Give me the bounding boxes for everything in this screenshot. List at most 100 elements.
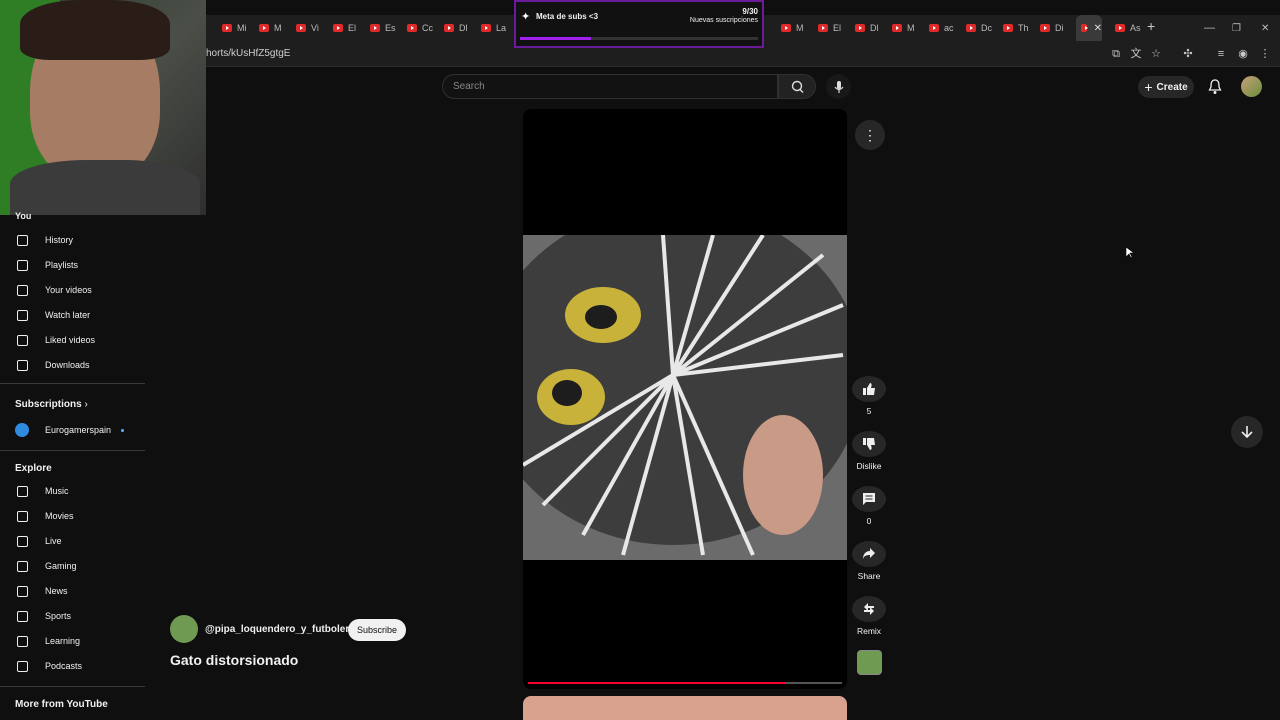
sidebar-item-your-videos[interactable]: Your videos (0, 280, 145, 300)
tab-favicon (781, 24, 791, 32)
browser-tab[interactable]: M (892, 20, 915, 36)
sidebar-item-downloads[interactable]: Downloads (0, 355, 145, 375)
tab-favicon (1040, 24, 1050, 32)
close-tab-icon[interactable]: ✕ (1094, 23, 1102, 34)
subscriptions-heading[interactable]: Subscriptions › (15, 399, 88, 410)
browser-tab[interactable]: El (818, 20, 841, 36)
browser-tab[interactable]: Vi (296, 20, 319, 36)
channel-avatar[interactable] (170, 615, 198, 643)
search-button[interactable] (778, 74, 816, 99)
sidebar-item-sports[interactable]: Sports (0, 606, 145, 626)
next-short-preview[interactable] (523, 696, 847, 720)
sidebar-item-learning[interactable]: Learning (0, 631, 145, 651)
browser-tab[interactable]: Dc (966, 20, 992, 36)
maximize-icon[interactable]: ❐ (1232, 20, 1241, 36)
video-progress-track[interactable] (528, 682, 842, 684)
browser-tab[interactable]: La (481, 20, 506, 36)
install-app-icon[interactable]: ⧉ (1109, 47, 1123, 61)
subscriber-goal-widget: ✦ Meta de subs <3 9/30 Nuevas suscripcio… (514, 0, 764, 48)
more-options-button[interactable]: ⋮ (855, 120, 885, 150)
account-avatar[interactable] (1241, 76, 1262, 97)
sidebar-item-watch-later[interactable]: Watch later (0, 305, 145, 325)
search-input[interactable]: Search (442, 74, 778, 99)
tab-label: M (274, 23, 282, 33)
comments-action[interactable]: 0 (852, 486, 886, 526)
translate-icon[interactable]: 文 (1129, 47, 1143, 61)
sidebar-item-history[interactable]: History (0, 230, 145, 250)
browser-tab[interactable]: Mi (222, 20, 247, 36)
voice-search-button[interactable] (826, 74, 851, 99)
browser-tab[interactable]: As (1115, 20, 1141, 36)
search-icon (791, 80, 804, 93)
dislike-label: Dislike (856, 461, 882, 471)
sidebar-item-label: Podcasts (45, 661, 83, 671)
media-controls-icon[interactable]: ≡ (1214, 47, 1228, 61)
share-button[interactable] (852, 541, 886, 567)
close-window-icon[interactable]: ✕ (1261, 20, 1269, 36)
bookmark-star-icon[interactable]: ☆ (1149, 47, 1163, 61)
share-action[interactable]: Share (852, 541, 886, 581)
live-icon (15, 534, 29, 548)
sound-thumbnail[interactable] (857, 650, 882, 675)
goal-progress-track (520, 37, 758, 40)
tab-favicon (1115, 24, 1125, 32)
dislike-action[interactable]: Dislike (852, 431, 886, 471)
explore-heading: Explore (15, 463, 52, 474)
channel-handle[interactable]: @pipa_loquendero_y_futbolero (205, 624, 355, 635)
like-action[interactable]: 5 (852, 376, 886, 416)
browser-tab[interactable]: Es (370, 20, 396, 36)
remix-button[interactable] (852, 596, 886, 622)
sidebar-item-music[interactable]: Music (0, 481, 145, 501)
sidebar-item-gaming[interactable]: Gaming (0, 556, 145, 576)
tab-favicon (929, 24, 939, 32)
browser-tab[interactable]: ac (929, 20, 954, 36)
comment-icon (863, 493, 875, 505)
next-short-button[interactable] (1231, 416, 1263, 448)
url-text[interactable]: horts/kUsHfZ5gtgE (206, 48, 290, 59)
browser-tab[interactable]: M (781, 20, 804, 36)
like-button[interactable] (852, 376, 886, 402)
tab-label: Vi (311, 23, 319, 33)
sidebar-item-live[interactable]: Live (0, 531, 145, 551)
tab-favicon (407, 24, 417, 32)
minimize-icon[interactable]: — (1204, 20, 1215, 36)
history-icon (15, 233, 29, 247)
browser-menu-icon[interactable]: ⋮ (1258, 47, 1272, 61)
short-title: Gato distorsionado (170, 652, 299, 668)
notifications-button[interactable] (1208, 79, 1222, 100)
sidebar-item-movies[interactable]: Movies (0, 506, 145, 526)
browser-tab[interactable]: Th (1003, 20, 1029, 36)
dislike-button[interactable] (852, 431, 886, 457)
you-section-label[interactable]: You (15, 211, 31, 221)
tab-favicon (444, 24, 454, 32)
sidebar-item-news[interactable]: News (0, 581, 145, 601)
sidebar-divider (0, 686, 145, 687)
podcasts-icon (15, 659, 29, 673)
remix-action[interactable]: Remix (852, 596, 886, 636)
browser-tab[interactable]: Cc (407, 20, 433, 36)
new-tab-icon[interactable]: + (1147, 18, 1155, 34)
browser-tab[interactable]: Di (1040, 20, 1064, 36)
subscription-item-eurogamerspain[interactable]: Eurogamerspain (0, 420, 145, 440)
active-tab[interactable]: ✕ (1076, 15, 1102, 41)
browser-tab[interactable]: M (259, 20, 282, 36)
tab-favicon (892, 24, 902, 32)
tab-label: ac (944, 23, 954, 33)
remix-icon (864, 603, 874, 615)
tab-favicon (333, 24, 343, 32)
comments-button[interactable] (852, 486, 886, 512)
subscribe-button[interactable]: Subscribe (348, 619, 406, 641)
shorts-player[interactable] (523, 109, 847, 689)
sidebar-item-liked-videos[interactable]: Liked videos (0, 330, 145, 350)
profile-icon[interactable]: ◉ (1236, 47, 1250, 61)
create-button[interactable]: + Create (1138, 76, 1194, 98)
sidebar-item-podcasts[interactable]: Podcasts (0, 656, 145, 676)
sidebar-item-playlists[interactable]: Playlists (0, 255, 145, 275)
browser-tab[interactable]: El (333, 20, 356, 36)
tab-label: El (348, 23, 357, 33)
extensions-icon[interactable]: ✣ (1181, 47, 1195, 61)
more-vert-icon: ⋮ (863, 126, 877, 143)
thumbs-up-icon (15, 333, 29, 347)
browser-tab[interactable]: Dl (444, 20, 468, 36)
browser-tab[interactable]: Dl (855, 20, 879, 36)
